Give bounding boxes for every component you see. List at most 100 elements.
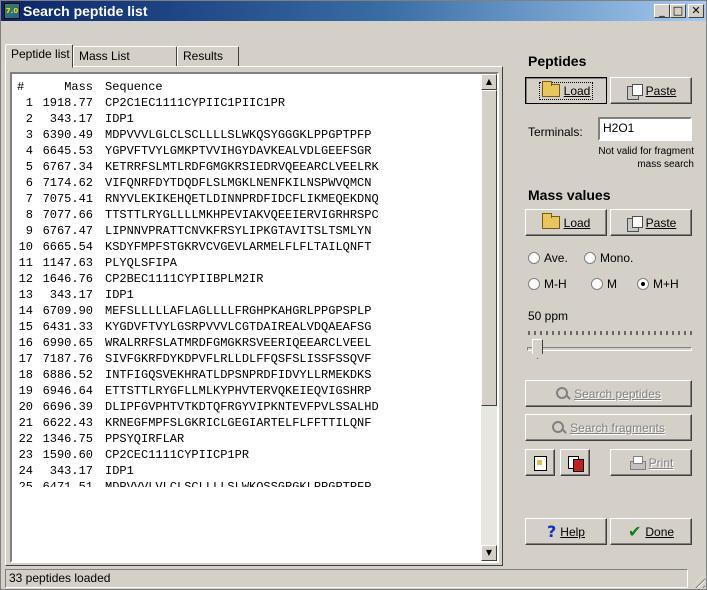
peptide-index: 10 (18, 240, 33, 254)
peptide-mass: 6990.65 (42, 336, 93, 350)
peptide-mass: 7187.76 (42, 352, 93, 366)
radio-m-plus-h-label: M+H (653, 277, 679, 291)
peptide-index: 6 (25, 176, 33, 190)
list-item[interactable]: 14 6709.90 MEFSLLLLLAFLAGLLLLFRGHPKAHGRLPP… (17, 303, 477, 319)
help-button[interactable]: ? Help (525, 518, 607, 545)
radio-m[interactable]: M (591, 277, 617, 291)
search-peptides-button[interactable]: Search peptides (525, 380, 692, 407)
print-button[interactable]: Print (610, 449, 692, 476)
documents-icon (567, 455, 584, 472)
list-item[interactable]: 4 6645.53 YGPVFTVYLGMKPTVVIHGYDAVKEALVDLGE… (17, 143, 477, 159)
copy-button[interactable] (525, 449, 555, 476)
search-fragments-button[interactable]: Search fragments (525, 414, 692, 441)
peptide-index: 3 (25, 128, 33, 142)
list-item[interactable]: 8 7077.66 TTSTTLRYGLLLLMKHPEVIAKVQEEIERVIG… (17, 207, 477, 223)
load-mass-values-button[interactable]: Load (525, 209, 607, 236)
radio-m-minus-h[interactable]: M-H (528, 277, 567, 291)
peptide-index: 9 (25, 224, 33, 238)
slider-ticks (528, 331, 692, 335)
title-bar[interactable]: 7.0 Search peptide list _ □ ✕ (1, 1, 706, 21)
done-button[interactable]: ✔ Done (610, 518, 692, 545)
peptide-index: 4 (25, 144, 33, 158)
radio-mono-label: Mono. (600, 251, 634, 265)
list-item[interactable]: 2 343.17 IDP1 (17, 111, 477, 127)
list-item[interactable]: 3 6390.49 MDPVVVLGLCLSCLLLLSLWKQSYGGGKLPPG… (17, 127, 477, 143)
list-item[interactable]: 23 1590.60 CP2CEC1111CYPIICP1PR (17, 447, 477, 463)
peptide-list-panel: # Mass Sequence 1 1918.77 CP2C1EC1111CYPIIC1… (5, 66, 503, 566)
scroll-up-button[interactable]: ▲ (481, 74, 497, 90)
list-item[interactable]: 22 1346.75 PPSYQIRFLAR (17, 431, 477, 447)
paste-mass-values-label: Paste (645, 215, 677, 230)
list-item[interactable]: 9 6767.47 LIPNNVPRATTCNVKFRSYLIPKGTAVITSLT… (17, 223, 477, 239)
resize-grip-icon[interactable] (691, 574, 705, 588)
list-item[interactable]: 6 7174.62 VIFQNRFDYTDQDFLSLMGKLNENFKILNSPW… (17, 175, 477, 191)
paste-peptides-label: Paste (645, 83, 677, 98)
peptide-index: 14 (18, 304, 33, 318)
radio-circle (528, 278, 540, 290)
list-item[interactable]: 24 343.17 IDP1 (17, 463, 477, 479)
list-item[interactable]: 12 1646.76 CP2BEC1111CYPIIBPLM2IR (17, 271, 477, 287)
tolerance-slider-track[interactable] (527, 347, 692, 351)
scroll-down-button[interactable]: ▼ (481, 545, 497, 561)
radio-mono[interactable]: Mono. (584, 251, 633, 265)
list-item[interactable]: 16 6990.65 WRALRRFSLATMRDFGMGKRSVEERIQEEAR… (17, 335, 477, 351)
list-item[interactable]: 1 1918.77 CP2C1EC1111CYPIIC1PIIC1PR (17, 95, 477, 111)
radio-circle-selected (637, 278, 649, 290)
tolerance-slider-thumb[interactable] (532, 339, 543, 359)
peptide-mass: 7174.62 (42, 176, 93, 190)
maximize-button[interactable]: □ (670, 4, 686, 18)
peptide-mass: 6431.33 (42, 320, 93, 334)
list-item[interactable]: 11 1147.63 PLYQLSFIPA (17, 255, 477, 271)
list-item[interactable]: 15 6431.33 KYGDVFTVYLGSRPVVVLCGTDAIREALVDQ… (17, 319, 477, 335)
list-item[interactable]: 19 6946.64 ETTSTTLRYGFLLMLKYPHVTERVQKEIEQV… (17, 383, 477, 399)
radio-m-minus-h-label: M-H (544, 277, 567, 291)
paste-mass-values-button[interactable]: Paste (610, 209, 692, 236)
list-item[interactable]: 20 6696.39 DLIPFGVPHTVTKDTQFRGYVIPKNTEVFPV… (17, 399, 477, 415)
tab-peptide-list[interactable]: Peptide list (5, 44, 73, 68)
peptide-sequence: INTFIGQSVEKHRATLDPSNPRDFIDVYLLRMEKDKS (105, 368, 372, 382)
radio-average[interactable]: Ave. (528, 251, 568, 265)
load-peptides-button[interactable]: Load (525, 77, 607, 104)
list-item[interactable]: 17 7187.76 SIVFGKRFDYKDPVFLRLLDLFFQSFSLISS… (17, 351, 477, 367)
scroll-thumb[interactable] (481, 90, 497, 406)
peptide-index: 8 (25, 208, 33, 222)
peptide-mass: 7077.66 (42, 208, 93, 222)
peptide-mass: 6767.47 (42, 224, 93, 238)
list-item[interactable]: 18 6886.52 INTFIGQSVEKHRATLDPSNPRDFIDVYLLR… (17, 367, 477, 383)
peptide-index: 12 (18, 272, 33, 286)
terminals-note-line1: Not valid for fragment (598, 146, 694, 157)
peptide-sequence: CP2CEC1111CYPIICP1PR (105, 448, 250, 462)
search-fragments-label: Search fragments (570, 420, 665, 435)
tab-mass-list[interactable]: Mass List (73, 46, 177, 67)
vertical-scrollbar[interactable]: ▲ ▼ (481, 74, 497, 561)
peptide-mass: 6709.90 (42, 304, 93, 318)
close-button[interactable]: ✕ (688, 4, 704, 18)
terminals-field[interactable]: H2O1 (598, 117, 692, 141)
peptide-sequence: IDP1 (105, 112, 134, 126)
peptide-index: 24 (18, 464, 33, 478)
list-item[interactable]: 10 6665.54 KSDYFMPFSTGKRVCVGEVLARMELFLFLTA… (17, 239, 477, 255)
peptide-mass: 1918.77 (42, 96, 93, 110)
peptide-sequence: CP2BEC1111CYPIIBPLM2IR (105, 272, 264, 286)
peptide-index: 13 (18, 288, 33, 302)
load-mass-values-label: Load (563, 215, 591, 230)
paste-peptides-button[interactable]: Paste (610, 77, 692, 104)
peptide-listbox[interactable]: # Mass Sequence 1 1918.77 CP2C1EC1111CYPIIC1… (10, 72, 499, 563)
peptide-mass: 1590.60 (42, 448, 93, 462)
peptide-mass: 6767.34 (42, 160, 93, 174)
list-item[interactable]: 5 6767.34 KETRRFSLMTLRDFGMGKRSIEDRVQEEARCL… (17, 159, 477, 175)
minimize-button[interactable]: _ (654, 4, 670, 18)
magnifier-icon (556, 386, 570, 401)
copy-all-button[interactable] (560, 449, 590, 476)
tab-results[interactable]: Results (177, 46, 239, 67)
list-item[interactable]: 13 343.17 IDP1 (17, 287, 477, 303)
list-item[interactable]: 7 7075.41 RNYVLEKIKEHQETLDINNPRDFIDCFLIKME… (17, 191, 477, 207)
peptide-index: 16 (18, 336, 33, 350)
peptide-mass: 6665.54 (42, 240, 93, 254)
peptide-mass: 7075.41 (42, 192, 93, 206)
peptide-index: 2 (25, 112, 33, 126)
load-peptides-label: Load (563, 83, 591, 98)
list-item[interactable]: 25 6471.51 MDPVVVLVLCLSCLLLLSLWKQSSGRGKLPP… (17, 479, 477, 487)
radio-m-plus-h[interactable]: M+H (637, 277, 679, 291)
list-item[interactable]: 21 6622.43 KRNEGFMPFSLGKRICLGEGIARTELFLFFT… (17, 415, 477, 431)
